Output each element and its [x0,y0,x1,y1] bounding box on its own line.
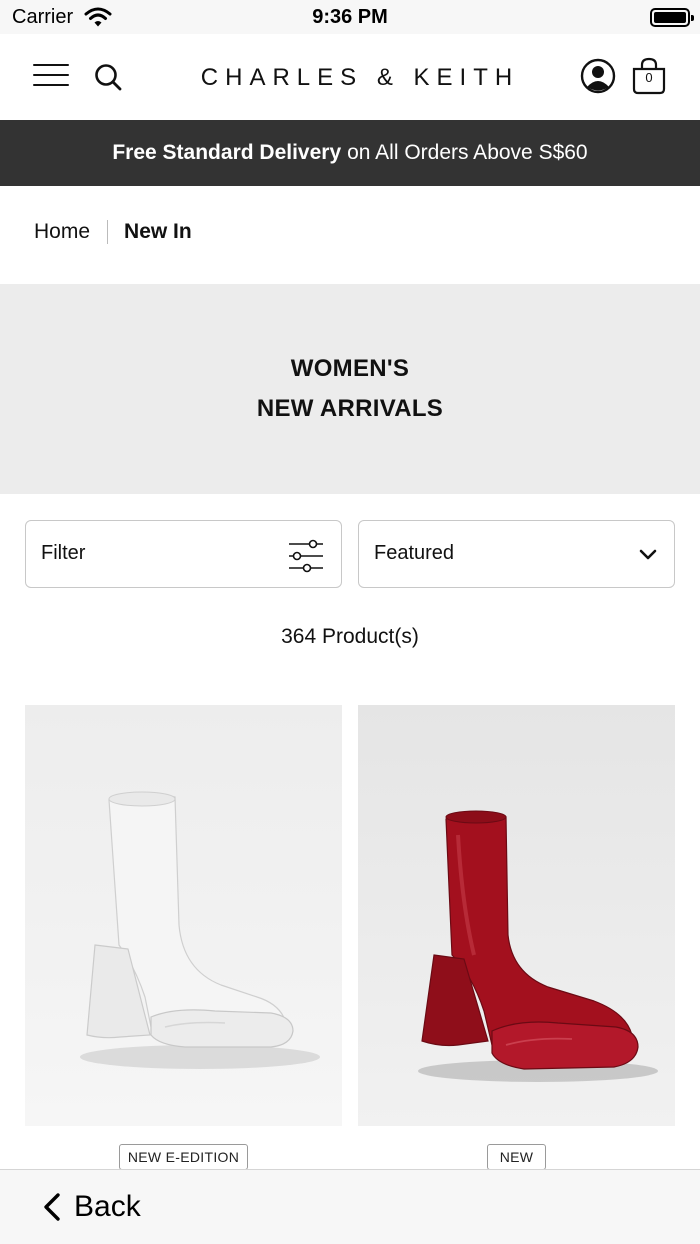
sort-value: Featured [374,542,455,564]
clock: 9:36 PM [312,6,388,28]
promo-bold-text: Free Standard Delivery [112,141,342,164]
product-badge: NEW [487,1144,546,1170]
hero-title-line2: NEW ARRIVALS [256,395,444,422]
breadcrumb-current: New In [124,220,192,243]
browser-back-bar: Back [0,1169,700,1244]
account-icon[interactable] [580,58,616,94]
back-button[interactable]: Back [74,1190,141,1224]
product-badge: NEW E-EDITION [119,1144,248,1170]
filter-label: Filter [41,542,86,564]
status-bar: Carrier 9:36 PM [0,0,700,34]
hero-title-line1: WOMEN'S [290,355,410,382]
battery-icon [650,8,694,27]
chevron-down-icon [639,549,657,560]
promo-banner[interactable]: Free Standard Delivery on All Orders Abo… [0,120,700,186]
shopping-bag-icon[interactable]: 0 [631,56,667,96]
product-image-red-boot[interactable] [358,705,675,1126]
promo-text: on All Orders Above S$60 [347,141,588,164]
breadcrumb-home[interactable]: Home [34,220,90,244]
bag-count: 0 [645,70,653,85]
category-hero: WOMEN'S NEW ARRIVALS [0,284,700,494]
product-image-white-boot[interactable] [25,705,342,1126]
breadcrumb: Home New In [34,220,192,244]
breadcrumb-divider [107,220,109,244]
product-count: 364 Product(s) [281,625,419,648]
sort-select[interactable]: Featured [358,520,675,588]
chevron-left-icon[interactable] [42,1192,62,1222]
filter-button[interactable]: Filter [25,520,342,588]
top-navigation: CHARLES & KEITH 0 [0,34,700,120]
sliders-icon [289,539,323,573]
